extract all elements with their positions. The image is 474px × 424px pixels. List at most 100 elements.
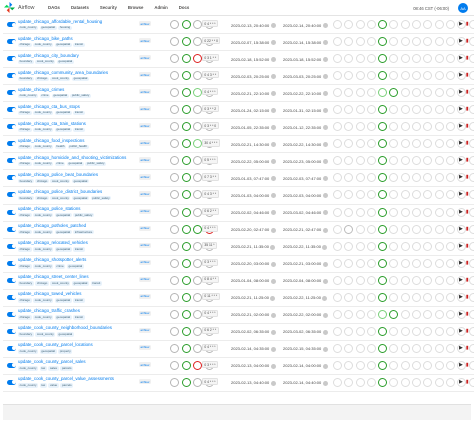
- delete-dag-icon[interactable]: ▮: [466, 345, 469, 351]
- dag-owner[interactable]: airflow: [139, 174, 151, 180]
- dag-owner[interactable]: airflow: [139, 242, 151, 248]
- dag-tag[interactable]: geospatial: [56, 59, 74, 64]
- task-state-circle[interactable]: [378, 20, 388, 29]
- trigger-dag-icon[interactable]: ▶: [459, 191, 463, 197]
- last-run[interactable]: 2023-02-02, 06:35:00: [231, 329, 276, 335]
- info-icon[interactable]: [270, 210, 276, 216]
- task-state-circle[interactable]: [412, 54, 422, 64]
- task-state-circle[interactable]: [445, 156, 455, 166]
- task-state-circle[interactable]: [355, 88, 365, 98]
- delete-dag-icon[interactable]: ▮: [466, 191, 469, 197]
- info-icon[interactable]: [270, 193, 276, 199]
- task-state-circle[interactable]: [400, 326, 410, 336]
- task-state-circle[interactable]: [445, 224, 455, 234]
- run-status-circle[interactable]: [193, 20, 202, 29]
- task-state-circle[interactable]: [378, 309, 388, 319]
- dag-schedule[interactable]: 0 3 * * 2: [202, 105, 219, 113]
- dag-tag[interactable]: chicago: [18, 230, 32, 235]
- task-state-circle[interactable]: [344, 139, 354, 149]
- task-state-circle[interactable]: [400, 275, 410, 285]
- info-icon[interactable]: [322, 74, 328, 80]
- task-state-circle[interactable]: [412, 105, 422, 115]
- info-icon[interactable]: [322, 125, 328, 131]
- task-state-circle[interactable]: [344, 105, 354, 115]
- run-status-circle[interactable]: [170, 37, 179, 47]
- task-state-circle[interactable]: [400, 37, 410, 47]
- run-status-circle[interactable]: [181, 105, 191, 115]
- task-state-circle[interactable]: [389, 241, 399, 251]
- info-icon[interactable]: [270, 227, 276, 233]
- task-state-circle[interactable]: [333, 292, 342, 302]
- dag-tag[interactable]: boundary: [18, 332, 34, 337]
- task-state-circle[interactable]: [344, 326, 354, 336]
- task-state-circle[interactable]: [378, 37, 388, 47]
- task-state-circle[interactable]: [445, 173, 455, 183]
- run-status-circle[interactable]: [193, 343, 202, 353]
- task-state-circle[interactable]: [355, 326, 365, 336]
- dag-pause-toggle[interactable]: [7, 328, 16, 334]
- last-run[interactable]: 2023-02-20, 03:00:00: [231, 261, 276, 267]
- task-state-circle[interactable]: [389, 139, 399, 149]
- dag-owner[interactable]: airflow: [139, 225, 151, 231]
- dag-pause-toggle[interactable]: [7, 22, 16, 27]
- delete-dag-icon[interactable]: ▮: [466, 106, 469, 112]
- last-run[interactable]: 2023-02-21, 02:00:00: [231, 312, 276, 318]
- dag-tag[interactable]: geospatial: [54, 111, 72, 116]
- nav-admin[interactable]: Admin: [154, 5, 167, 10]
- delete-dag-icon[interactable]: ▮: [466, 174, 469, 180]
- dag-owner[interactable]: airflow: [139, 310, 151, 316]
- task-state-circle[interactable]: [333, 122, 342, 132]
- dag-tag[interactable]: crime: [54, 162, 66, 167]
- task-state-circle[interactable]: [333, 343, 342, 353]
- run-status-circle[interactable]: [170, 139, 179, 149]
- dag-tag[interactable]: chicago: [35, 196, 49, 201]
- task-state-circle[interactable]: [355, 377, 365, 387]
- task-state-circle[interactable]: [434, 275, 444, 285]
- task-state-circle[interactable]: [333, 309, 342, 319]
- task-state-circle[interactable]: [400, 190, 410, 200]
- task-state-circle[interactable]: [445, 88, 455, 98]
- info-icon[interactable]: [322, 295, 328, 301]
- dag-tag[interactable]: boundary: [18, 196, 34, 201]
- dag-tag[interactable]: cook_county: [50, 196, 71, 201]
- task-state-circle[interactable]: [400, 20, 410, 29]
- task-state-circle[interactable]: [423, 88, 433, 98]
- delete-dag-icon[interactable]: ▮: [466, 328, 469, 334]
- dag-name-link[interactable]: update_cook_county_parcel_value_assessme…: [18, 376, 114, 381]
- dag-tag[interactable]: public_health: [67, 145, 89, 150]
- dag-name-link[interactable]: update_chicago_cta_bus_stops: [18, 104, 80, 109]
- task-state-circle[interactable]: [434, 54, 444, 64]
- task-state-circle[interactable]: [423, 54, 433, 64]
- dag-tag[interactable]: infrastructure: [73, 230, 94, 235]
- dag-tag[interactable]: chicago: [35, 179, 49, 184]
- run-status-circle[interactable]: [193, 71, 202, 81]
- task-state-circle[interactable]: [378, 88, 388, 98]
- run-status-circle[interactable]: [181, 309, 191, 319]
- info-icon[interactable]: [270, 312, 276, 318]
- task-state-circle[interactable]: [378, 275, 388, 285]
- last-run[interactable]: 2023-02-13, 04:40:00: [231, 380, 276, 386]
- delete-dag-icon[interactable]: ▮: [466, 157, 469, 163]
- run-status-circle[interactable]: [170, 275, 179, 285]
- run-status-circle[interactable]: [170, 88, 179, 98]
- task-state-circle[interactable]: [412, 377, 422, 387]
- task-state-circle[interactable]: [434, 105, 444, 115]
- task-state-circle[interactable]: [344, 122, 354, 132]
- delete-dag-icon[interactable]: ▮: [466, 209, 469, 215]
- dag-tag[interactable]: cook_county: [33, 111, 54, 116]
- task-state-circle[interactable]: [344, 258, 354, 268]
- dag-name-link[interactable]: update_chicago_potholes_patched: [18, 223, 86, 228]
- delete-dag-icon[interactable]: ▮: [466, 294, 469, 300]
- task-state-circle[interactable]: [434, 88, 444, 98]
- task-state-circle[interactable]: [400, 360, 410, 370]
- task-state-circle[interactable]: [423, 292, 433, 302]
- info-icon[interactable]: [322, 261, 328, 267]
- task-state-circle[interactable]: [333, 54, 342, 64]
- run-status-circle[interactable]: [181, 360, 191, 370]
- run-status-circle[interactable]: [193, 275, 202, 285]
- task-state-circle[interactable]: [423, 224, 433, 234]
- task-state-circle[interactable]: [434, 377, 444, 387]
- task-state-circle[interactable]: [400, 156, 410, 166]
- task-state-circle[interactable]: [389, 275, 399, 285]
- task-state-circle[interactable]: [445, 54, 455, 64]
